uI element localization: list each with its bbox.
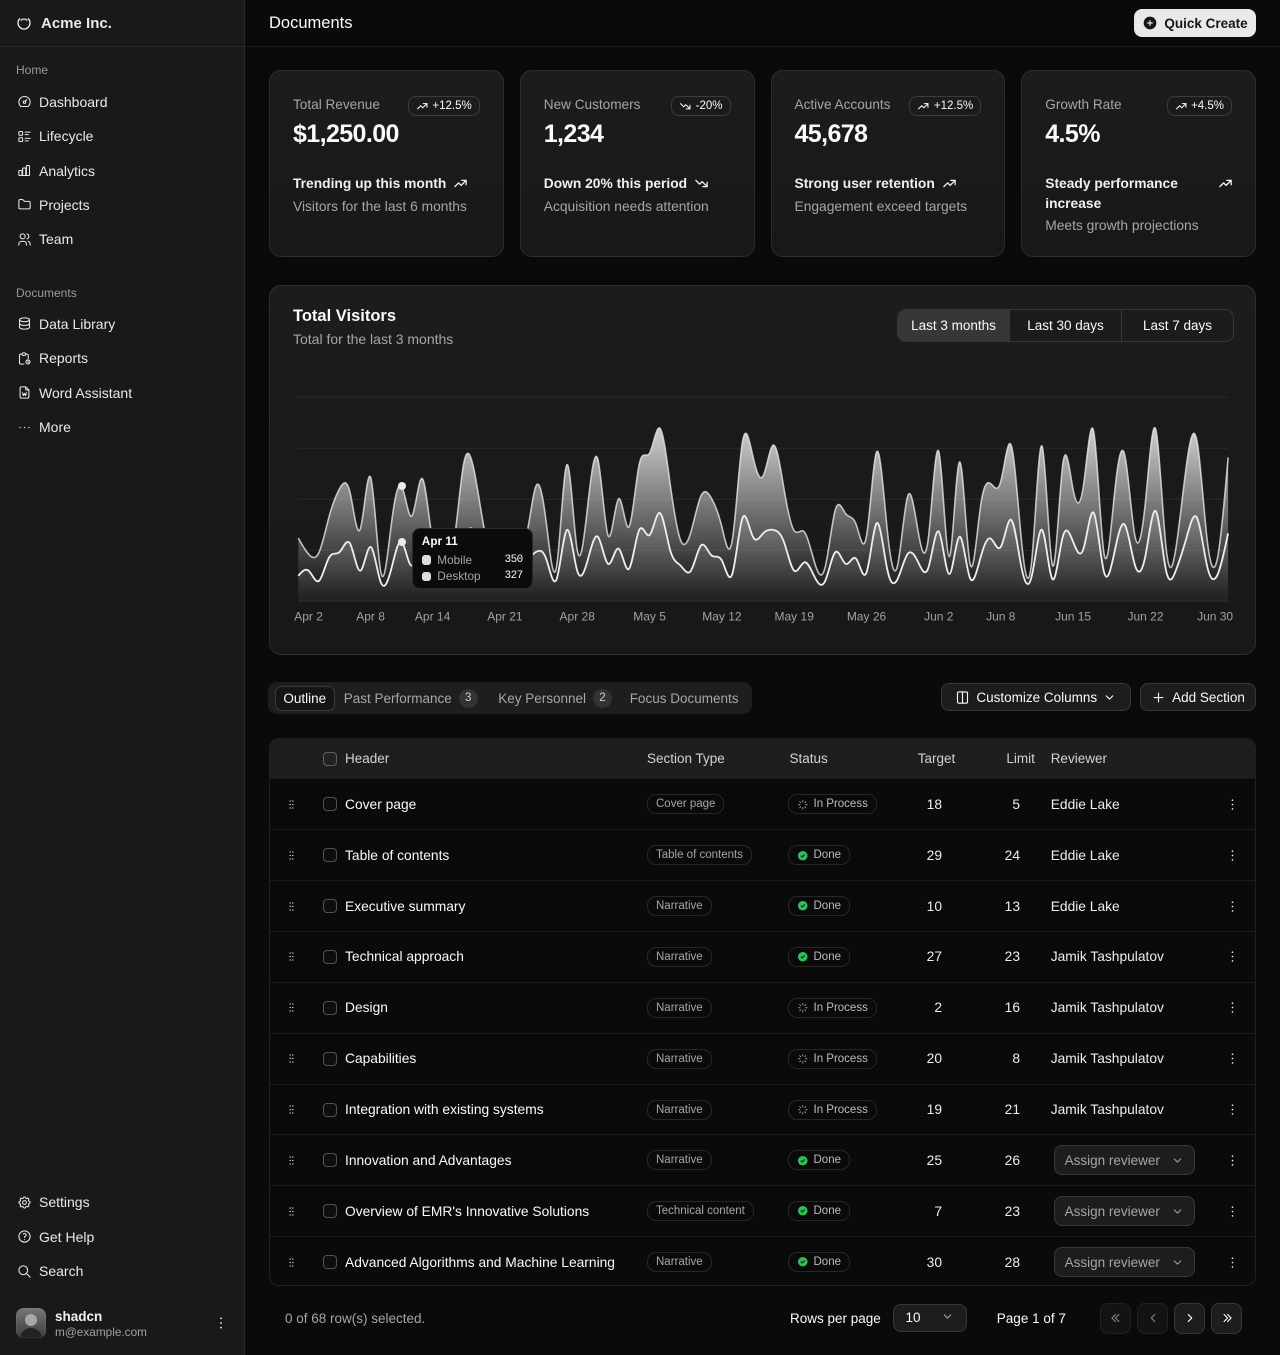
svg-text:Jun 8: Jun 8 <box>986 610 1016 624</box>
svg-text:Apr 21: Apr 21 <box>487 610 523 624</box>
svg-text:Jun 15: Jun 15 <box>1055 610 1091 624</box>
svg-text:Jun 22: Jun 22 <box>1127 610 1163 624</box>
svg-text:May 26: May 26 <box>847 610 887 624</box>
svg-text:Apr 14: Apr 14 <box>415 610 451 624</box>
svg-text:Apr 2: Apr 2 <box>294 610 323 624</box>
svg-text:May 5: May 5 <box>633 610 666 624</box>
svg-text:Jun 30: Jun 30 <box>1197 610 1233 624</box>
svg-text:Jun 2: Jun 2 <box>924 610 954 624</box>
svg-text:May 12: May 12 <box>702 610 742 624</box>
svg-text:May 19: May 19 <box>775 610 815 624</box>
svg-text:Apr 28: Apr 28 <box>560 610 596 624</box>
svg-text:Apr 8: Apr 8 <box>356 610 385 624</box>
